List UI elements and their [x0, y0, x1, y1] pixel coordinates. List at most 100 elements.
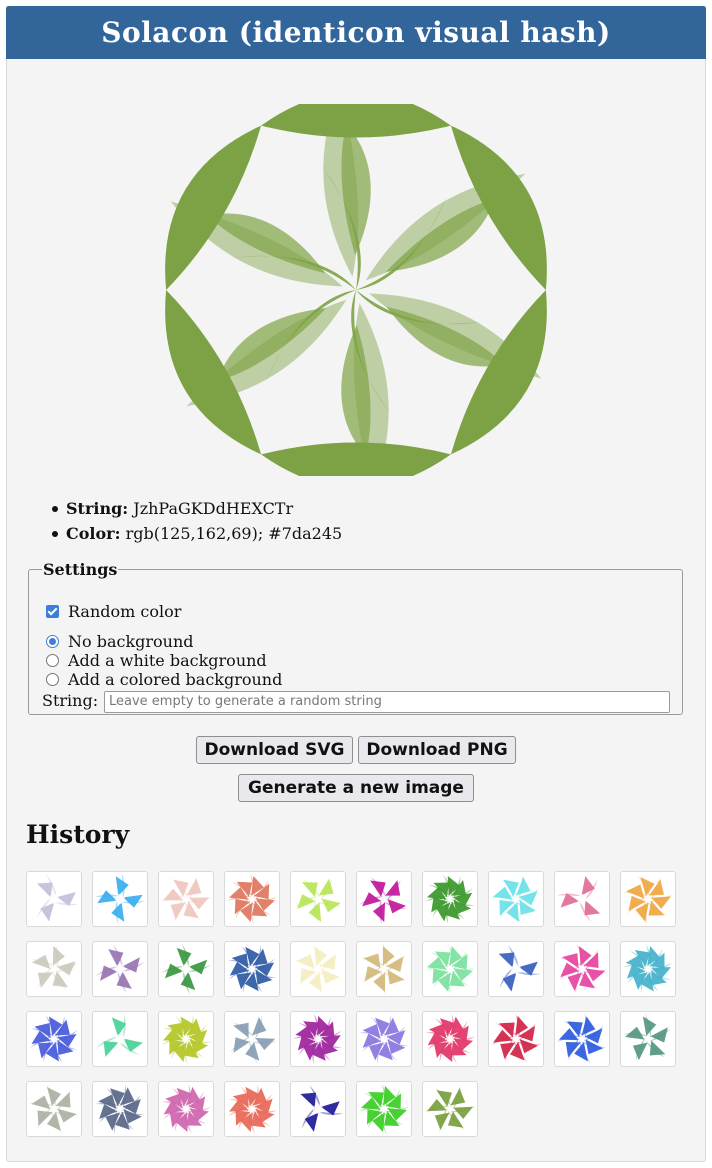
history-item[interactable] [290, 1081, 346, 1137]
background-option-none[interactable]: No background [46, 632, 194, 651]
random-color-checkbox[interactable] [46, 605, 59, 618]
info-string-value: JzhPaGKDdHEXCTr [133, 499, 294, 518]
history-item[interactable] [488, 1011, 544, 1067]
random-color-label: Random color [68, 602, 182, 621]
history-item[interactable] [92, 1081, 148, 1137]
history-item[interactable] [356, 1081, 412, 1137]
history-item[interactable] [620, 1011, 676, 1067]
info-string-row: String: JzhPaGKDdHEXCTr [50, 498, 342, 523]
history-item[interactable] [290, 871, 346, 927]
string-field-label: String: [42, 691, 99, 710]
history-thumbnail-icon [293, 1014, 342, 1064]
history-thumbnail-icon [425, 1085, 475, 1133]
history-item[interactable] [26, 871, 82, 927]
history-item[interactable] [26, 1011, 82, 1067]
history-item[interactable] [224, 1011, 280, 1067]
colored-background-label: Add a colored background [68, 670, 283, 689]
history-item[interactable] [356, 871, 412, 927]
history-thumbnail-icon [558, 944, 607, 994]
colored-background-radio[interactable] [46, 673, 59, 686]
info-color-value: rgb(125,162,69); #7da245 [125, 524, 343, 543]
history-thumbnail-icon [30, 944, 79, 991]
history-thumbnail-icon [361, 944, 407, 994]
history-item[interactable] [356, 1011, 412, 1067]
info-string-label: String: [66, 499, 129, 518]
history-thumbnail-icon [96, 1014, 143, 1057]
history-item[interactable] [158, 941, 214, 997]
history-item[interactable] [92, 871, 148, 927]
history-thumbnail-icon [161, 876, 211, 922]
history-thumbnail-icon [294, 944, 342, 994]
string-input[interactable]: Leave empty to generate a random string [104, 691, 670, 713]
history-item[interactable] [26, 1081, 82, 1137]
history-item[interactable] [158, 1081, 214, 1137]
history-item[interactable] [158, 1011, 214, 1067]
history-thumbnail-icon [557, 1014, 607, 1064]
download-png-button[interactable]: Download PNG [358, 736, 516, 764]
history-thumbnail-icon [425, 874, 475, 924]
history-thumbnail-icon [161, 1084, 211, 1134]
background-option-colored[interactable]: Add a colored background [46, 670, 282, 689]
settings-panel: Settings Random color No background Add … [28, 560, 683, 715]
history-thumbnail-icon [359, 877, 408, 924]
history-thumbnail-icon [498, 944, 541, 992]
history-thumbnail-icon [294, 877, 343, 924]
history-thumbnail-icon [359, 1084, 409, 1134]
history-thumbnail-icon [557, 876, 601, 923]
history-item[interactable] [290, 941, 346, 997]
history-heading: History [26, 820, 130, 849]
history-item[interactable] [158, 871, 214, 927]
download-svg-button[interactable]: Download SVG [196, 736, 353, 764]
white-background-label: Add a white background [68, 651, 267, 670]
history-thumbnail-icon [491, 874, 540, 924]
white-background-radio[interactable] [46, 654, 59, 667]
history-item[interactable] [488, 871, 544, 927]
page-title: Solacon (identicon visual hash) [6, 6, 706, 59]
history-thumbnail-icon [227, 874, 277, 924]
history-item[interactable] [224, 1081, 280, 1137]
history-item[interactable] [488, 941, 544, 997]
history-item[interactable] [620, 871, 676, 927]
history-thumbnail-icon [300, 1085, 343, 1132]
history-thumbnail-icon [30, 1015, 78, 1063]
history-thumbnail-icon [425, 944, 475, 994]
history-item[interactable] [554, 871, 610, 927]
history-item[interactable] [356, 941, 412, 997]
history-thumbnail-icon [230, 1015, 277, 1064]
history-thumbnail-icon [227, 1084, 277, 1134]
history-thumbnail-icon [161, 944, 211, 994]
history-item[interactable] [554, 941, 610, 997]
history-thumbnail-icon [95, 874, 145, 924]
identicon-image [165, 104, 547, 476]
generate-button[interactable]: Generate a new image [238, 774, 474, 802]
no-background-label: No background [68, 632, 194, 651]
background-option-white[interactable]: Add a white background [46, 651, 267, 670]
history-item[interactable] [92, 1011, 148, 1067]
no-background-radio[interactable] [46, 635, 59, 648]
history-thumbnail-icon [425, 1014, 475, 1064]
history-grid [26, 871, 686, 1137]
history-thumbnail-icon [359, 1014, 409, 1064]
history-thumbnail-icon [161, 1014, 211, 1064]
history-item[interactable] [422, 1081, 478, 1137]
history-thumbnail-icon [29, 1084, 79, 1134]
history-item[interactable] [224, 871, 280, 927]
history-item[interactable] [26, 941, 82, 997]
history-thumbnail-icon [36, 874, 79, 922]
history-item[interactable] [422, 871, 478, 927]
history-item[interactable] [92, 941, 148, 997]
history-item[interactable] [224, 941, 280, 997]
history-thumbnail-icon [491, 1014, 541, 1063]
history-thumbnail-icon [95, 944, 145, 994]
history-item[interactable] [422, 1011, 478, 1067]
settings-legend: Settings [43, 560, 118, 579]
history-thumbnail-icon [95, 1084, 145, 1134]
history-item[interactable] [290, 1011, 346, 1067]
info-list: String: JzhPaGKDdHEXCTr Color: rgb(125,1… [50, 498, 342, 548]
history-item[interactable] [422, 941, 478, 997]
info-color-row: Color: rgb(125,162,69); #7da245 [50, 523, 342, 548]
history-item[interactable] [554, 1011, 610, 1067]
random-color-option[interactable]: Random color [46, 602, 181, 621]
history-thumbnail-icon [228, 945, 276, 993]
history-item[interactable] [620, 941, 676, 997]
